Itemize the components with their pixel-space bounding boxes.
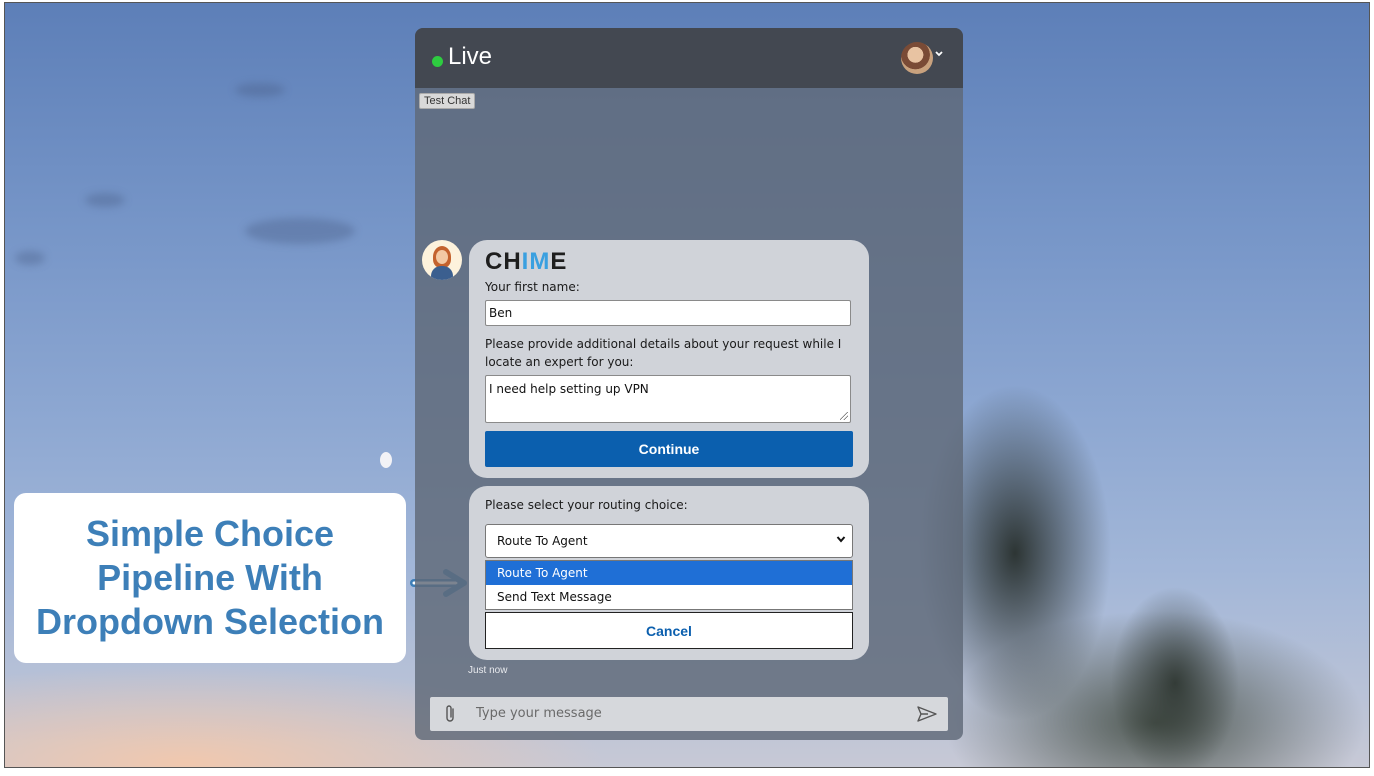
background-tree: [1085, 563, 1265, 767]
details-label: Please provide additional details about …: [485, 337, 842, 369]
annotation-callout: Simple Choice Pipeline With Dropdown Sel…: [14, 493, 406, 663]
message-composer: Type your message: [430, 697, 948, 731]
background-cloud: [15, 251, 45, 265]
send-icon[interactable]: [916, 705, 938, 723]
background-cloud: [85, 193, 125, 207]
paperclip-icon[interactable]: [442, 704, 458, 724]
agent-avatar: [422, 240, 462, 280]
logo-text-part: CH: [485, 248, 522, 275]
details-text: I need help setting up VPN: [489, 382, 649, 396]
live-status-dot-icon: [432, 56, 443, 67]
live-status-label: Live: [448, 43, 493, 70]
routing-selected-value: Route To Agent: [497, 534, 588, 548]
user-avatar[interactable]: [901, 42, 933, 74]
test-chat-badge: Test Chat: [419, 93, 476, 109]
routing-select[interactable]: Route To Agent: [485, 524, 853, 558]
chevron-down-icon[interactable]: [934, 48, 944, 62]
chevron-down-icon: [836, 536, 846, 543]
annotation-text: Simple Choice Pipeline With Dropdown Sel…: [35, 513, 384, 642]
logo-text-part: IM: [521, 248, 551, 275]
resize-grip-icon[interactable]: [840, 412, 848, 420]
dropdown-option-route-to-agent[interactable]: Route To Agent: [486, 561, 852, 585]
background-cloud: [235, 83, 285, 97]
background-cloud: [245, 218, 355, 244]
agent-avatar-face: [436, 250, 448, 264]
chat-header: Live: [415, 28, 963, 88]
cancel-button[interactable]: Cancel: [485, 612, 853, 649]
continue-button[interactable]: Continue: [485, 431, 853, 467]
agent-avatar-body: [431, 266, 453, 280]
chat-widget: Live Test Chat CHIME Your first name: Be…: [415, 28, 963, 740]
routing-dropdown-list: Route To Agent Send Text Message: [485, 560, 853, 610]
dropdown-option-send-text-message[interactable]: Send Text Message: [486, 585, 852, 609]
form-message-bubble: CHIME Your first name: Ben Please provid…: [469, 240, 869, 478]
message-timestamp: Just now: [468, 665, 508, 676]
message-input[interactable]: Type your message: [476, 706, 602, 721]
chime-logo: CHIME: [485, 248, 567, 276]
details-textarea[interactable]: I need help setting up VPN: [485, 375, 851, 423]
logo-text-part: E: [550, 248, 568, 275]
moon: [380, 452, 392, 468]
first-name-label: Your first name:: [485, 280, 580, 294]
first-name-input[interactable]: Ben: [485, 300, 851, 326]
routing-message-bubble: Please select your routing choice: Route…: [469, 486, 869, 660]
routing-label: Please select your routing choice:: [485, 498, 688, 512]
